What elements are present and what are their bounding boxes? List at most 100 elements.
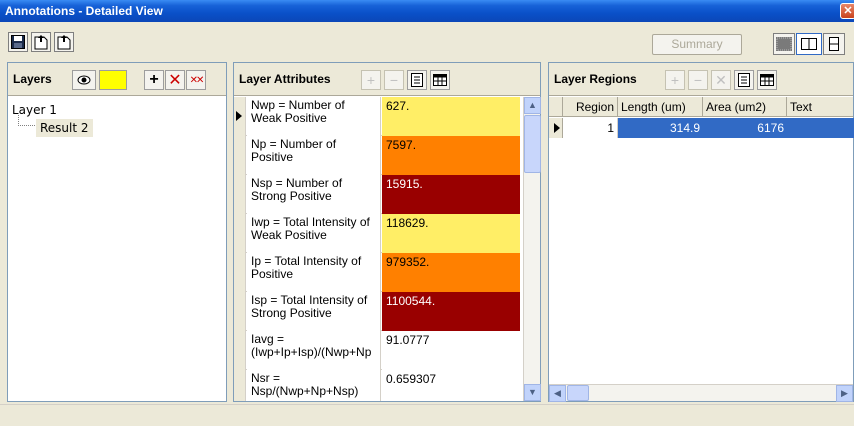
attributes-header: Layer Attributes + − [234, 63, 540, 96]
x-icon: ✕ [715, 71, 727, 88]
horizontal-split-button[interactable] [796, 33, 822, 55]
layer-color-swatch[interactable] [99, 70, 127, 90]
attribute-row[interactable]: Np = Number of Positive 7597. [234, 136, 520, 175]
layers-title: Layers [13, 72, 52, 86]
attribute-value[interactable]: 979352. [382, 253, 520, 292]
attribute-row[interactable]: Nsr = Nsp/(Nwp+Np+Nsp) 0.659307 [234, 370, 520, 401]
close-button[interactable]: ✕ [840, 3, 854, 19]
row-indicator [234, 253, 246, 292]
attribute-name: Nsp = Number of Strong Positive [247, 175, 381, 214]
layers-panel: Layers + ✕ ✕✕ Layer 1 Result 2 [7, 62, 227, 402]
regions-title: Layer Regions [554, 72, 637, 86]
attribute-row[interactable]: Iavg = (Iwp+Ip+Isp)/(Nwp+Np 91.0777 [234, 331, 520, 370]
cell-text[interactable] [787, 118, 854, 138]
tree-connector [18, 113, 36, 126]
column-header-text[interactable]: Text [787, 97, 854, 117]
summary-button[interactable]: Summary [652, 34, 742, 55]
column-header-region[interactable]: Region [563, 97, 618, 117]
attribute-row[interactable]: Nwp = Number of Weak Positive 627. [234, 97, 520, 136]
window-titlebar: Annotations - Detailed View ✕ [0, 0, 854, 22]
cell-length[interactable]: 314.9 [618, 118, 703, 138]
column-header-length[interactable]: Length (um) [618, 97, 703, 117]
row-indicator [549, 118, 563, 138]
regions-horizontal-scrollbar[interactable]: ◀ ▶ [549, 384, 853, 402]
attribute-value[interactable]: 91.0777 [382, 331, 520, 370]
table-icon [433, 74, 447, 86]
minus-icon: − [693, 72, 703, 88]
attribute-details-button[interactable] [407, 70, 427, 90]
attribute-value[interactable]: 0.659307 [382, 370, 520, 401]
attributes-title: Layer Attributes [239, 72, 331, 86]
attribute-value[interactable]: 1100544. [382, 292, 520, 331]
regions-panel: Layer Regions + − ✕ Region Length (um) A… [548, 62, 854, 402]
attribute-row[interactable]: Nsp = Number of Strong Positive 15915. [234, 175, 520, 214]
cell-area[interactable]: 6176 [703, 118, 787, 138]
attributes-grid: Nwp = Number of Weak Positive 627. Np = … [234, 97, 520, 401]
attribute-table-button[interactable] [430, 70, 450, 90]
plus-icon: + [670, 72, 680, 88]
layers-header: Layers + ✕ ✕✕ [8, 63, 226, 96]
region-details-button[interactable] [734, 70, 754, 90]
attribute-name: Iavg = (Iwp+Ip+Isp)/(Nwp+Np [247, 331, 381, 370]
grid-view-icon [776, 37, 792, 51]
scroll-down-button[interactable]: ▼ [524, 384, 541, 401]
grid-view-button[interactable] [773, 33, 795, 55]
table-row[interactable]: 1 314.9 6176 [549, 118, 854, 138]
scroll-thumb[interactable] [524, 115, 541, 173]
attribute-value[interactable]: 118629. [382, 214, 520, 253]
delete-layer-button[interactable]: ✕ [165, 70, 185, 90]
row-indicator [234, 331, 246, 370]
x-icon: ✕ [168, 72, 182, 89]
cell-region[interactable]: 1 [563, 118, 618, 138]
row-indicator [234, 175, 246, 214]
visibility-toggle[interactable] [72, 70, 96, 90]
column-header-area[interactable]: Area (um2) [703, 97, 787, 117]
minus-icon: − [389, 72, 399, 88]
region-table-button[interactable] [757, 70, 777, 90]
attribute-value[interactable]: 627. [382, 97, 520, 136]
delete-region-button[interactable]: ✕ [711, 70, 731, 90]
remove-region-button[interactable]: − [688, 70, 708, 90]
scroll-left-button[interactable]: ◀ [549, 385, 566, 402]
import-button[interactable] [54, 32, 74, 52]
regions-table-header: Region Length (um) Area (um2) Text [549, 97, 853, 117]
save-button[interactable] [8, 32, 28, 52]
add-layer-button[interactable]: + [144, 70, 164, 90]
split-horizontal-icon [801, 38, 817, 50]
split-vertical-icon [829, 37, 839, 51]
header-indicator [549, 97, 563, 117]
remove-attribute-button[interactable]: − [384, 70, 404, 90]
main-toolbar: Summary [0, 22, 854, 62]
delete-all-layers-button[interactable]: ✕✕ [186, 70, 206, 90]
save-icon [11, 35, 25, 49]
status-bar [0, 404, 854, 426]
add-attribute-button[interactable]: + [361, 70, 381, 90]
attribute-name: Isp = Total Intensity of Strong Positive [247, 292, 381, 331]
export-button[interactable] [31, 32, 51, 52]
document-list-icon [411, 73, 423, 87]
attributes-vertical-scrollbar[interactable]: ▲ ▼ [523, 97, 541, 401]
double-x-icon: ✕✕ [189, 74, 205, 86]
row-indicator [234, 214, 246, 253]
attribute-value[interactable]: 7597. [382, 136, 520, 175]
eye-icon [77, 75, 91, 85]
scroll-thumb[interactable] [567, 385, 589, 401]
document-list-icon [738, 73, 750, 87]
window-title: Annotations - Detailed View [5, 4, 163, 18]
attribute-value[interactable]: 15915. [382, 175, 520, 214]
document-icon [57, 35, 71, 50]
scroll-right-button[interactable]: ▶ [836, 385, 853, 402]
plus-icon: + [366, 72, 376, 88]
tree-item-result-2[interactable]: Result 2 [12, 113, 222, 137]
attribute-row[interactable]: Iwp = Total Intensity of Weak Positive 1… [234, 214, 520, 253]
add-region-button[interactable]: + [665, 70, 685, 90]
tree-item-layer-1[interactable]: Layer 1 [12, 101, 222, 119]
attribute-row[interactable]: Isp = Total Intensity of Strong Positive… [234, 292, 520, 331]
tree-item-label: Result 2 [36, 119, 93, 137]
row-indicator [234, 370, 246, 401]
vertical-split-button[interactable] [823, 33, 845, 55]
attribute-name: Ip = Total Intensity of Positive [247, 253, 381, 292]
plus-icon: + [149, 71, 159, 88]
scroll-up-button[interactable]: ▲ [524, 97, 541, 114]
attribute-row[interactable]: Ip = Total Intensity of Positive 979352. [234, 253, 520, 292]
